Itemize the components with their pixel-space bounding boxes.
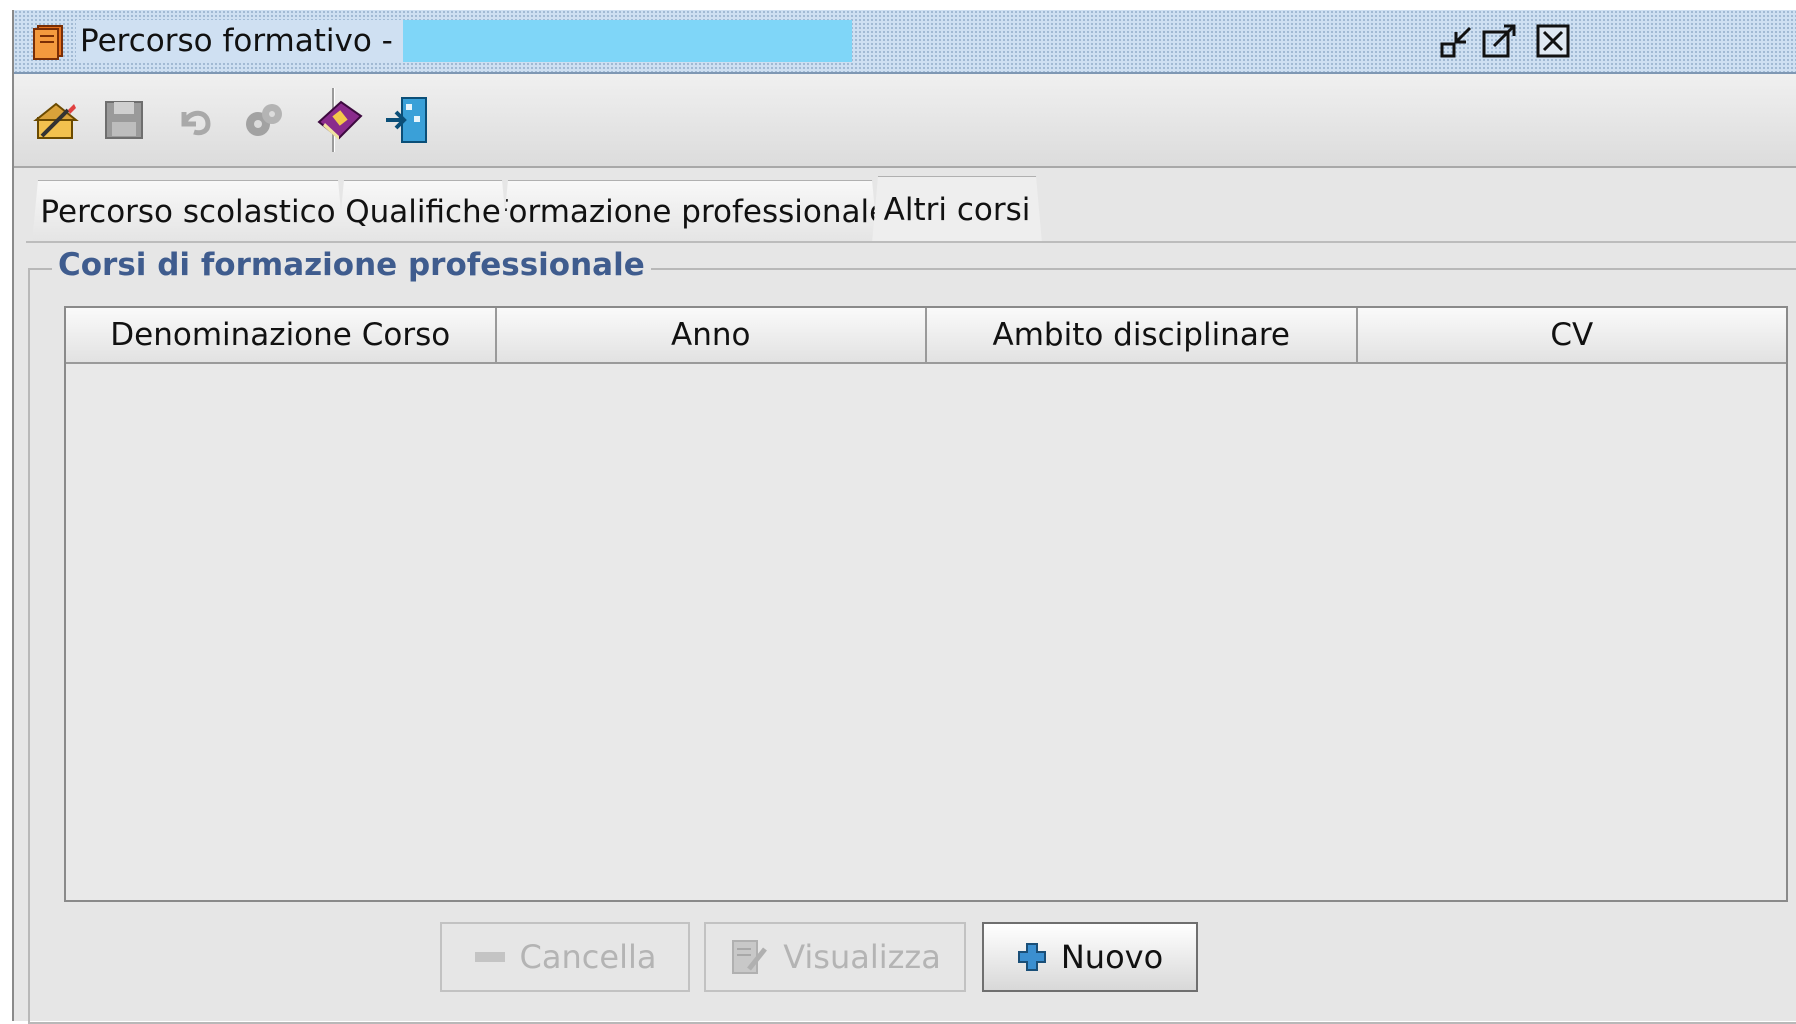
column-header-cv[interactable]: CV bbox=[1357, 308, 1786, 364]
cancella-label: Cancella bbox=[519, 938, 657, 976]
tab-altri-corsi[interactable]: Altri corsi bbox=[872, 176, 1042, 243]
column-header-denominazione[interactable]: Denominazione Corso bbox=[66, 308, 497, 364]
visualizza-label: Visualizza bbox=[783, 938, 941, 976]
title-area: Percorso formativo - bbox=[76, 20, 852, 62]
maximize-icon[interactable] bbox=[1480, 22, 1520, 62]
save-icon[interactable] bbox=[94, 90, 154, 150]
courses-group: Corsi di formazione professionale Denomi… bbox=[28, 247, 1796, 1024]
minimize-icon[interactable] bbox=[1438, 22, 1478, 62]
visualizza-button[interactable]: Visualizza bbox=[704, 922, 966, 992]
nuovo-button[interactable]: Nuovo bbox=[982, 922, 1198, 992]
column-header-ambito[interactable]: Ambito disciplinare bbox=[927, 308, 1358, 364]
undo-icon[interactable] bbox=[164, 90, 224, 150]
book-icon[interactable] bbox=[310, 90, 370, 150]
gears-icon[interactable] bbox=[234, 90, 294, 150]
cancella-button[interactable]: Cancella bbox=[440, 922, 690, 992]
edit-icon[interactable] bbox=[26, 90, 86, 150]
toolbar bbox=[14, 74, 1796, 168]
title-bar[interactable]: Percorso formativo - bbox=[14, 10, 1796, 74]
close-icon[interactable] bbox=[1534, 22, 1574, 62]
plus-icon bbox=[1017, 942, 1047, 972]
table-body[interactable] bbox=[66, 364, 1786, 900]
tab-percorso-scolastico[interactable]: Percorso scolastico bbox=[32, 180, 344, 243]
exit-icon[interactable] bbox=[378, 90, 438, 150]
book-icon bbox=[32, 24, 66, 60]
window: Percorso formativo - Percorso scolastico… bbox=[12, 10, 1796, 1024]
document-edit-icon bbox=[729, 937, 769, 977]
redacted-title bbox=[402, 20, 852, 62]
group-title: Corsi di formazione professionale bbox=[52, 247, 651, 283]
column-header-anno[interactable]: Anno bbox=[496, 308, 927, 364]
courses-table: Denominazione Corso Anno Ambito discipli… bbox=[64, 306, 1788, 902]
tab-divider bbox=[26, 241, 1796, 243]
tab-formazione-professionale[interactable]: Formazione professionale bbox=[502, 180, 878, 243]
tab-strip: Percorso scolastico Qualifiche Formazion… bbox=[32, 180, 1796, 242]
table-header: Denominazione Corso Anno Ambito discipli… bbox=[66, 308, 1786, 364]
window-title: Percorso formativo - bbox=[80, 23, 393, 59]
tab-qualifiche[interactable]: Qualifiche bbox=[338, 180, 508, 243]
nuovo-label: Nuovo bbox=[1060, 938, 1164, 976]
minus-icon bbox=[474, 950, 506, 964]
